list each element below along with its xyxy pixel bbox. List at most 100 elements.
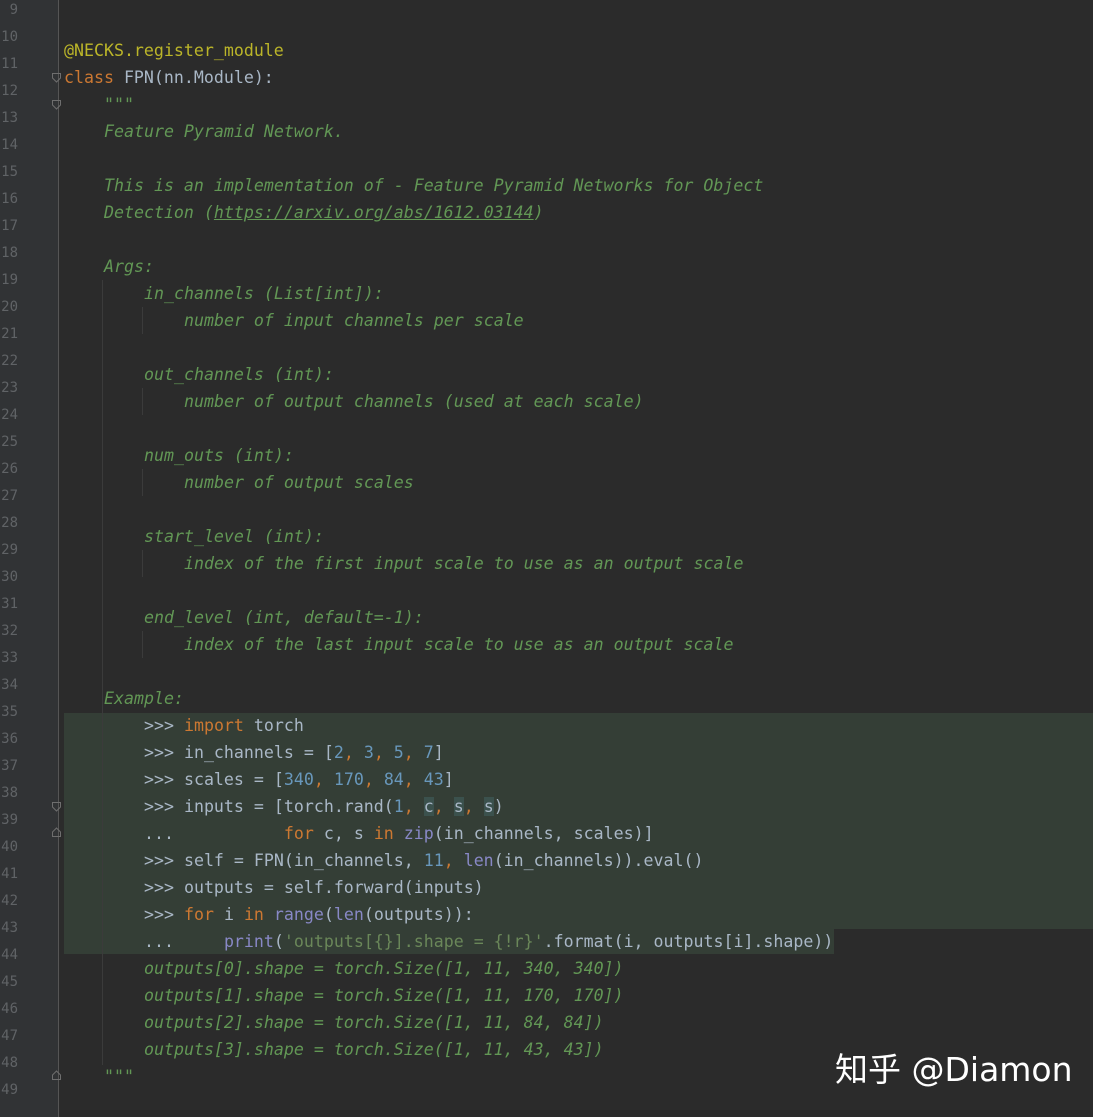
code-text: >>> in_channels = [	[144, 743, 334, 762]
code-line-40[interactable]: >>> self = FPN(in_channels, 11, len(in_c…	[144, 847, 703, 874]
code-text: >>> inputs = [torch.rand(	[144, 797, 394, 816]
code-line-20[interactable]: number of input channels per scale	[184, 307, 524, 334]
code-line-23[interactable]: number of output channels (used at each …	[184, 388, 644, 415]
line-number: 45	[1, 974, 18, 990]
code-line-47[interactable]: outputs[3].shape = torch.Size([1, 11, 43…	[144, 1036, 604, 1063]
comma: ,	[403, 743, 424, 762]
line-number: 21	[1, 326, 18, 342]
line-number: 36	[1, 731, 18, 747]
fold-end-icon[interactable]	[52, 1070, 61, 1080]
line-number: 9	[9, 2, 18, 18]
code-line-22[interactable]: out_channels (int):	[144, 361, 334, 388]
decorator: @NECKS.register_module	[64, 41, 284, 60]
code-line-35[interactable]: >>> import torch	[144, 712, 304, 739]
code-line-37[interactable]: >>> scales = [340, 170, 84, 43]	[144, 766, 454, 793]
indent-guide	[142, 631, 143, 658]
line-number: 30	[1, 569, 18, 585]
comma: ,	[313, 770, 334, 789]
line-number: 11	[1, 56, 18, 72]
docstring-text: Feature Pyramid Network.	[104, 122, 344, 141]
code-line-12[interactable]: """	[104, 91, 134, 118]
line-number: 33	[1, 650, 18, 666]
number: 3	[363, 743, 374, 762]
fold-arrow-icon[interactable]	[52, 73, 61, 83]
code-line-46[interactable]: outputs[2].shape = torch.Size([1, 11, 84…	[144, 1009, 604, 1036]
comma: ,	[433, 797, 454, 816]
comma: ,	[403, 797, 424, 816]
code-line-45[interactable]: outputs[1].shape = torch.Size([1, 11, 17…	[144, 982, 624, 1009]
string-literal: 'outputs[{}].shape = {!r}'	[283, 932, 544, 951]
line-number: 14	[1, 137, 18, 153]
code-line-25[interactable]: num_outs (int):	[144, 442, 294, 469]
line-number: 31	[1, 596, 18, 612]
line-number: 40	[1, 839, 18, 855]
code-text: ...	[144, 932, 224, 951]
code-text: .format(i, outputs[i].shape))	[543, 932, 834, 951]
code-line-43[interactable]: ... print('outputs[{}].shape = {!r}'.for…	[144, 928, 833, 955]
code-text: (	[323, 905, 334, 924]
code-line-48[interactable]: """	[104, 1063, 134, 1090]
code-line-38[interactable]: >>> inputs = [torch.rand(1, c, s, s)	[144, 793, 504, 820]
builtin-len: len	[463, 851, 494, 870]
line-number: 23	[1, 380, 18, 396]
code-text: (	[273, 932, 284, 951]
prompt: >>>	[144, 716, 184, 735]
docstring-text: number of output scales	[184, 473, 414, 492]
code-text: ]	[433, 743, 444, 762]
code-line-32[interactable]: index of the last input scale to use as …	[184, 631, 733, 658]
line-number: 12	[1, 83, 18, 99]
docstring-text: outputs[1].shape = torch.Size([1, 11, 17…	[144, 986, 624, 1005]
code-text: (in_channels, scales)]	[433, 824, 654, 843]
docstring-link[interactable]: https://arxiv.org/abs/1612.03144	[214, 203, 534, 222]
code-line-34[interactable]: Example:	[104, 685, 184, 712]
code-text: ]	[443, 770, 454, 789]
code-line-19[interactable]: in_channels (List[int]):	[144, 280, 384, 307]
code-text: (in_channels)).eval()	[493, 851, 704, 870]
docstring-text: in_channels (List[int]):	[144, 284, 384, 303]
code-line-44[interactable]: outputs[0].shape = torch.Size([1, 11, 34…	[144, 955, 624, 982]
code-line-18[interactable]: Args:	[104, 253, 154, 280]
fold-arrow-icon[interactable]	[52, 802, 61, 812]
line-number: 46	[1, 1001, 18, 1017]
docstring-text: Detection (	[104, 203, 214, 222]
line-number: 15	[1, 164, 18, 180]
line-number: 16	[1, 191, 18, 207]
fold-end-icon[interactable]	[52, 827, 61, 837]
builtin-zip: zip	[403, 824, 434, 843]
variable-highlight: c	[423, 797, 434, 816]
code-line-29[interactable]: index of the first input scale to use as…	[184, 550, 743, 577]
code-line-42[interactable]: >>> for i in range(len(outputs)):	[144, 901, 474, 928]
code-line-15[interactable]: This is an implementation of - Feature P…	[104, 172, 763, 199]
code-line-28[interactable]: start_level (int):	[144, 523, 324, 550]
indent-guide	[142, 307, 143, 334]
code-line-36[interactable]: >>> in_channels = [2, 3, 5, 7]	[144, 739, 444, 766]
number: 1	[393, 797, 404, 816]
code-line-16[interactable]: Detection (https://arxiv.org/abs/1612.03…	[104, 199, 544, 226]
fold-arrow-icon[interactable]	[52, 100, 61, 110]
code-line-41[interactable]: >>> outputs = self.forward(inputs)	[144, 874, 484, 901]
line-number: 34	[1, 677, 18, 693]
builtin-print: print	[223, 932, 274, 951]
code-line-11[interactable]: class FPN(nn.Module):	[64, 64, 274, 91]
indent-guide	[142, 388, 143, 415]
code-text: c, s	[313, 824, 374, 843]
line-number: 28	[1, 515, 18, 531]
code-text: ...	[144, 824, 284, 843]
docstring-text: Args:	[104, 257, 154, 276]
watermark: 知乎 @Diamon	[835, 1050, 1073, 1089]
code-text: >>> self = FPN(in_channels,	[144, 851, 424, 870]
docstring-text: outputs[2].shape = torch.Size([1, 11, 84…	[144, 1013, 604, 1032]
line-number: 24	[1, 407, 18, 423]
docstring-text: )	[533, 203, 544, 222]
code-text: >>> outputs = self.forward(inputs)	[144, 878, 484, 897]
code-line-26[interactable]: number of output scales	[184, 469, 414, 496]
code-line-31[interactable]: end_level (int, default=-1):	[144, 604, 424, 631]
line-number: 32	[1, 623, 18, 639]
code-line-39[interactable]: ... for c, s in zip(in_channels, scales)…	[144, 820, 654, 847]
line-number: 29	[1, 542, 18, 558]
docstring-text: This is an implementation of - Feature P…	[104, 176, 764, 195]
line-number: 43	[1, 920, 18, 936]
code-line-10[interactable]: @NECKS.register_module	[64, 37, 284, 64]
code-line-13[interactable]: Feature Pyramid Network.	[104, 118, 344, 145]
